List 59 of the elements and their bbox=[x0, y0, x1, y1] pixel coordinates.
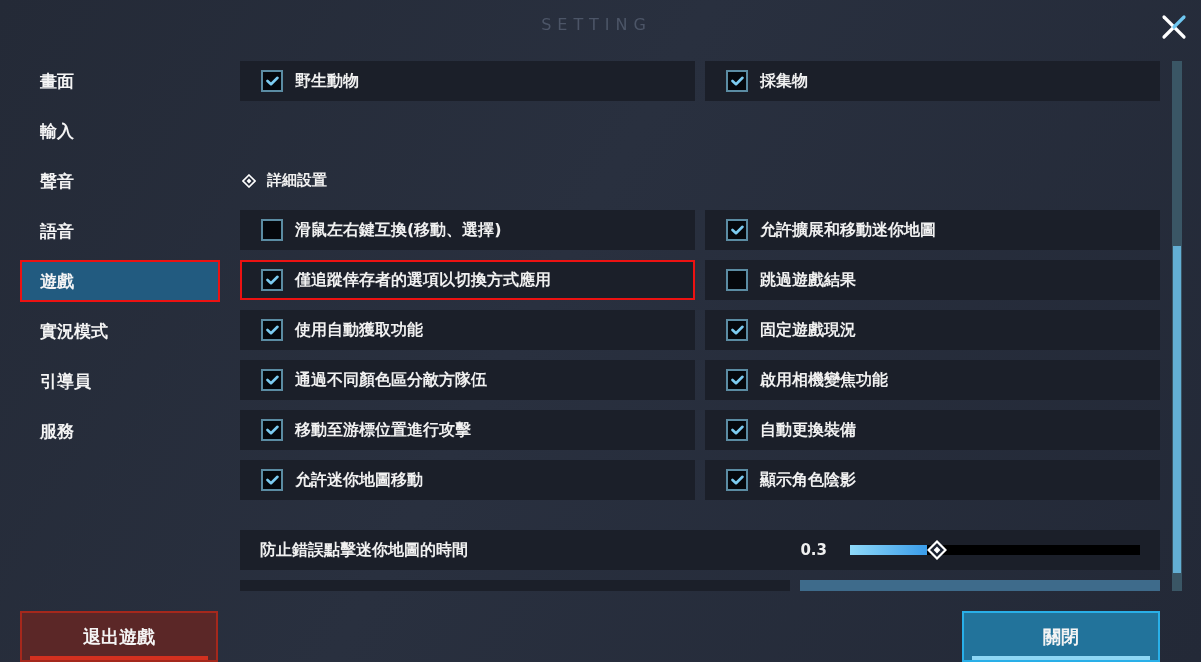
option-label: 通過不同顏色區分敵方隊伍 bbox=[295, 369, 487, 391]
checkmark-icon bbox=[730, 225, 744, 235]
checkmark-icon bbox=[730, 375, 744, 385]
checkbox[interactable] bbox=[726, 369, 748, 391]
option-label: 允許迷你地圖移動 bbox=[295, 469, 423, 491]
checkbox[interactable] bbox=[726, 219, 748, 241]
checkbox[interactable] bbox=[726, 419, 748, 441]
sidebar-item[interactable]: 遊戲 bbox=[20, 260, 220, 302]
checkmark-icon bbox=[265, 475, 279, 485]
checkmark-icon bbox=[730, 325, 744, 335]
checkmark-icon bbox=[265, 325, 279, 335]
exit-button[interactable]: 退出遊戲 bbox=[20, 611, 218, 662]
checkbox[interactable] bbox=[261, 219, 283, 241]
checkbox[interactable] bbox=[726, 319, 748, 341]
option-label: 使用自動獲取功能 bbox=[295, 319, 423, 341]
close-icon bbox=[1161, 14, 1187, 40]
slider-value: 0.3 bbox=[800, 541, 827, 559]
close-button[interactable]: 關閉 bbox=[962, 611, 1160, 662]
checkbox[interactable] bbox=[261, 419, 283, 441]
close-button[interactable] bbox=[1161, 14, 1187, 40]
checkmark-icon bbox=[730, 425, 744, 435]
option-label: 採集物 bbox=[760, 70, 808, 92]
checkbox[interactable] bbox=[726, 269, 748, 291]
option-label: 固定遊戲現況 bbox=[760, 319, 856, 341]
checkmark-icon bbox=[265, 375, 279, 385]
slider-label: 防止錯誤點擊迷你地圖的時間 bbox=[260, 539, 469, 561]
sidebar-item[interactable]: 實況模式 bbox=[20, 310, 220, 352]
checkbox[interactable] bbox=[261, 269, 283, 291]
checkbox[interactable] bbox=[726, 469, 748, 491]
checkbox[interactable] bbox=[261, 70, 283, 92]
checkbox[interactable] bbox=[261, 469, 283, 491]
option-label: 啟用相機變焦功能 bbox=[760, 369, 888, 391]
sidebar-item[interactable]: 聲音 bbox=[20, 160, 220, 202]
option-label: 跳過遊戲結果 bbox=[760, 269, 856, 291]
option-label: 顯示角色陰影 bbox=[760, 469, 856, 491]
checkmark-icon bbox=[265, 76, 279, 86]
sidebar-item[interactable]: 畫面 bbox=[20, 60, 220, 102]
checkbox[interactable] bbox=[726, 70, 748, 92]
option-label: 僅追蹤倖存者的選項以切換方式應用 bbox=[295, 269, 551, 291]
checkbox[interactable] bbox=[261, 369, 283, 391]
option-label: 允許擴展和移動迷你地圖 bbox=[760, 219, 936, 241]
slider-thumb[interactable] bbox=[927, 540, 947, 560]
scrollbar-track[interactable] bbox=[1172, 61, 1182, 591]
option-label: 滑鼠左右鍵互換(移動、選擇) bbox=[295, 219, 502, 241]
option-label: 自動更換裝備 bbox=[760, 419, 856, 441]
option-label: 野生動物 bbox=[295, 70, 359, 92]
checkmark-icon bbox=[265, 275, 279, 285]
sidebar-item[interactable]: 語音 bbox=[20, 210, 220, 252]
checkmark-icon bbox=[265, 425, 279, 435]
sidebar-item[interactable]: 服務 bbox=[20, 410, 220, 452]
section-title: 詳細設置 bbox=[267, 171, 327, 190]
checkmark-icon bbox=[730, 76, 744, 86]
sidebar-item[interactable]: 引導員 bbox=[20, 360, 220, 402]
scrollbar-thumb[interactable] bbox=[1173, 246, 1181, 573]
sidebar-item[interactable]: 輸入 bbox=[20, 110, 220, 152]
checkbox[interactable] bbox=[261, 319, 283, 341]
option-label: 移動至游標位置進行攻擊 bbox=[295, 419, 471, 441]
checkmark-icon bbox=[730, 475, 744, 485]
diamond-icon bbox=[242, 173, 256, 188]
